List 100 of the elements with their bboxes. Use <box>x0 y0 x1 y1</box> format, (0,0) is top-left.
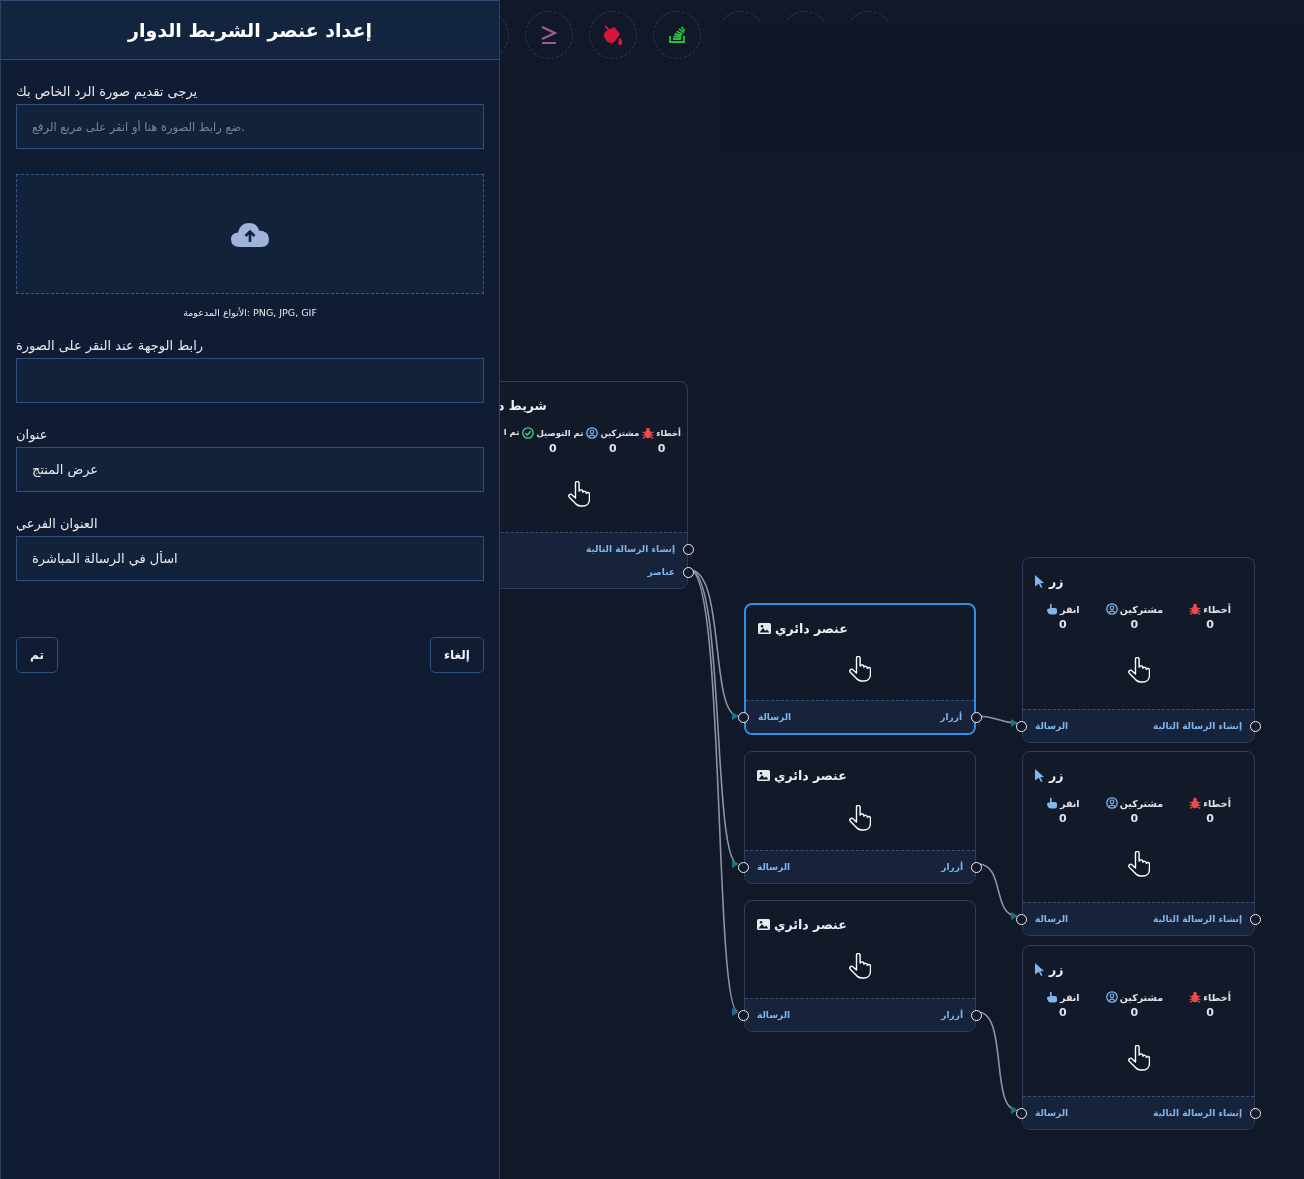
port-label: الرسالة <box>1035 720 1069 733</box>
input-field[interactable]: عرض المنتج <box>16 447 484 492</box>
node-title: عنصر دائري <box>774 916 847 932</box>
image-icon <box>757 769 770 781</box>
check-circle-icon <box>522 427 535 439</box>
stat-value: 0 <box>1206 618 1214 631</box>
stat-value: 0 <box>1206 812 1214 825</box>
stat-value: 0 <box>1059 1006 1067 1019</box>
pointing-hand-icon <box>1046 991 1059 1003</box>
port-handle[interactable] <box>738 711 749 723</box>
field-label: رابط الوجهة عند النقر على الصورة <box>16 338 204 353</box>
hand-pointer-icon <box>1127 657 1150 683</box>
port-handle[interactable] <box>1250 720 1261 732</box>
port-label: الرسالة <box>1035 1107 1069 1120</box>
stat-label: مشتركين <box>1119 991 1164 1003</box>
paint-bucket-icon <box>602 24 624 46</box>
stat-label: أخطاء <box>656 428 681 438</box>
hand-pointer-icon <box>568 480 590 507</box>
node-card[interactable]: عنصر دائري الرسالة أزرار <box>744 603 976 735</box>
dialog-title: إعداد عنصر الشريط الدوار <box>128 19 372 41</box>
hand-pointer-icon <box>1127 850 1150 877</box>
stat-label: انقر <box>1060 603 1080 615</box>
node-title: زر <box>1049 767 1064 783</box>
port-handle[interactable] <box>1016 720 1027 732</box>
upload-hint: الأنواع المدعومة: PNG, JPG, GIF <box>183 307 317 318</box>
port-label: إنشاء الرسالة التالية <box>1152 913 1242 927</box>
user-circle-icon <box>1105 603 1118 615</box>
port-label: الرسالة <box>758 711 792 724</box>
node-card[interactable]: عنصر دائري الرسالة أزرار <box>744 751 976 884</box>
port-label: الرسالة <box>1035 913 1069 926</box>
input-field[interactable] <box>16 358 484 403</box>
stat-value: 0 <box>1059 618 1067 631</box>
stat-value: 0 <box>1206 1006 1214 1019</box>
node-title: زر <box>1049 961 1064 977</box>
port-label: الرسالة <box>757 861 791 874</box>
bug-icon <box>642 427 655 439</box>
stat-label: مشتركين <box>1119 603 1164 615</box>
stat-label: تم ا <box>503 427 520 437</box>
node-title: زر <box>1049 573 1064 589</box>
hand-pointer-icon <box>849 804 871 831</box>
port-handle[interactable] <box>971 861 982 873</box>
user-circle-icon <box>1105 797 1118 809</box>
done-button[interactable]: تم <box>16 637 58 673</box>
cursor-icon <box>1035 574 1045 588</box>
stat-label: انقر <box>1060 991 1080 1003</box>
stat-value: 0 <box>549 442 557 455</box>
port-handle[interactable] <box>971 711 982 723</box>
port-handle[interactable] <box>971 1009 982 1021</box>
port-label: أزرار <box>940 710 962 725</box>
port-label: عناصر <box>647 566 675 580</box>
port-handle[interactable] <box>738 1009 749 1021</box>
stat-value: 0 <box>1059 812 1067 825</box>
pointing-hand-icon <box>1046 603 1059 615</box>
stat-label: انقر <box>1060 797 1080 809</box>
image-icon <box>757 918 770 930</box>
field-label: يرجى تقديم صورة الرد الخاص بك <box>16 84 198 99</box>
image-url-field[interactable]: ضع رابط الصورة هنا أو انقر على مربع الرفع. <box>16 104 484 149</box>
stat-label: تم التوصيل <box>536 428 584 438</box>
cancel-button[interactable]: إلغاء <box>429 637 484 673</box>
field-label: العنوان الفرعي <box>16 516 98 531</box>
node-title: عنصر دائري <box>775 620 848 636</box>
port-handle[interactable] <box>1016 1107 1027 1119</box>
user-circle-icon <box>1105 991 1118 1003</box>
port-label: إنشاء الرسالة التالية <box>1152 1107 1242 1121</box>
user-circle-icon <box>586 427 599 439</box>
bug-icon <box>1189 603 1202 615</box>
stat-label: أخطاء <box>1203 991 1231 1003</box>
stat-label: أخطاء <box>1203 603 1231 615</box>
stat-value: 0 <box>1130 618 1139 631</box>
hand-pointer-icon <box>849 656 871 682</box>
port-handle[interactable] <box>738 861 749 873</box>
cloud-upload-icon <box>230 221 270 247</box>
port-handle[interactable] <box>1250 913 1261 925</box>
stat-value: 0 <box>608 442 617 455</box>
port-handle[interactable] <box>1016 913 1027 925</box>
port-handle[interactable] <box>1250 1107 1261 1119</box>
port-label: إنشاء الرسالة التالية <box>1152 720 1242 734</box>
stat-value: 0 <box>1130 1006 1139 1019</box>
pointing-hand-icon <box>1046 797 1059 809</box>
stat-label: مشتركين <box>600 428 640 438</box>
bug-icon <box>1189 797 1202 809</box>
port-label: أزرار <box>941 860 963 875</box>
port-handle[interactable] <box>683 543 694 555</box>
port-handle[interactable] <box>683 566 694 578</box>
stack-icon <box>669 26 685 44</box>
greater-equal-icon <box>540 25 558 45</box>
stat-value: 0 <box>1130 812 1139 825</box>
hand-pointer-icon <box>1127 1044 1150 1071</box>
stat-value: 0 <box>657 442 666 455</box>
field-label: عنوان <box>16 427 48 442</box>
port-label: إنشاء الرسالة التالية <box>585 543 675 557</box>
cursor-icon <box>1035 962 1045 976</box>
node-title: عنصر دائري <box>774 767 847 783</box>
node-card[interactable]: عنصر دائري الرسالة أزرار <box>744 900 976 1032</box>
port-label: أزرار <box>941 1008 963 1023</box>
cursor-icon <box>1035 768 1045 782</box>
bug-icon <box>1189 991 1202 1003</box>
port-label: الرسالة <box>757 1009 791 1022</box>
image-icon <box>758 622 771 634</box>
hand-pointer-icon <box>849 953 871 979</box>
